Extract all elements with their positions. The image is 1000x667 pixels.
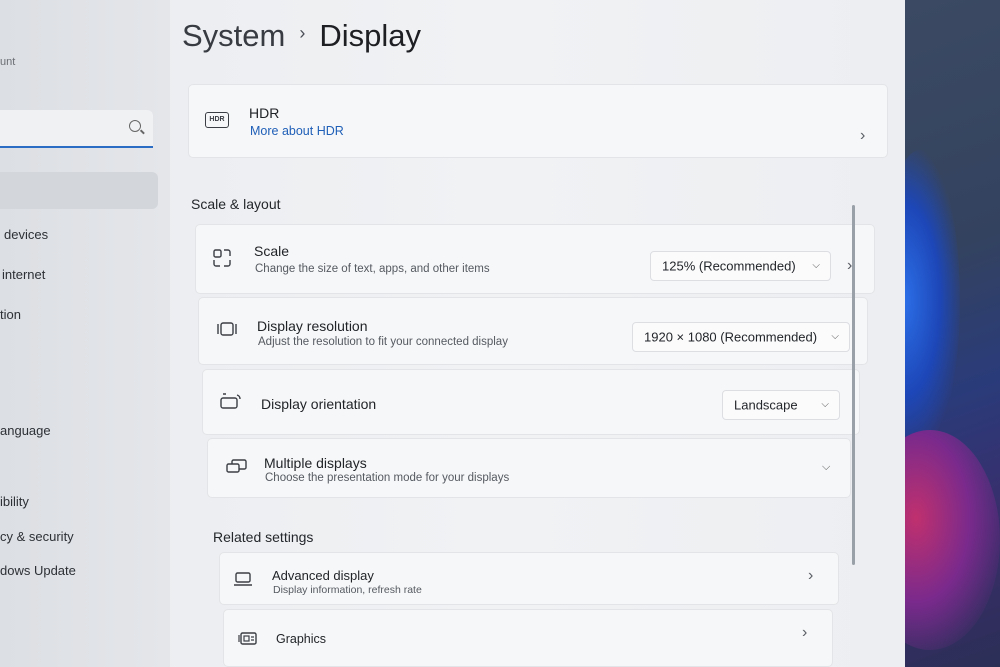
advanced-display-subtitle: Display information, refresh rate [273, 584, 422, 596]
display-resolution-title: Display resolution [257, 318, 368, 334]
scale-icon [213, 249, 231, 267]
scrollbar-thumb[interactable] [852, 205, 855, 565]
sidebar-item-bluetooth-devices[interactable]: devices [4, 227, 48, 242]
sidebar-account-label: unt [0, 56, 16, 68]
advanced-display-icon [234, 572, 252, 586]
orientation-icon [220, 393, 241, 409]
breadcrumb-system[interactable]: System [182, 18, 285, 53]
sidebar-item-network-internet[interactable]: internet [2, 267, 45, 282]
resolution-icon [217, 322, 237, 336]
section-title-related-settings: Related settings [213, 529, 314, 545]
advanced-display-title: Advanced display [272, 568, 374, 583]
display-resolution-subtitle: Adjust the resolution to fit your connec… [258, 336, 508, 348]
scale-subtitle: Change the size of text, apps, and other… [255, 263, 490, 275]
multiple-displays-icon [226, 459, 247, 473]
graphics-chevron-right-icon: › [802, 624, 808, 641]
sidebar-item-personalization[interactable]: tion [0, 307, 21, 322]
sidebar-item-system[interactable] [0, 172, 158, 209]
sidebar-item-privacy-security[interactable]: cy & security [0, 529, 74, 544]
sidebar-item-windows-update[interactable]: dows Update [0, 563, 76, 578]
display-orientation-title: Display orientation [261, 396, 377, 412]
hdr-title: HDR [249, 105, 280, 121]
breadcrumb: System › Display [182, 18, 421, 54]
page-title: Display [319, 18, 422, 53]
display-resolution-dropdown[interactable]: 1920 × 1080 (Recommended) ⌵ [632, 322, 850, 352]
chevron-down-icon: ⌵ [821, 398, 829, 410]
multiple-displays-subtitle: Choose the presentation mode for your di… [265, 472, 510, 484]
chevron-down-icon: ⌵ [812, 259, 820, 271]
scale-dropdown-value: 125% (Recommended) [662, 258, 796, 274]
graphics-title: Graphics [276, 632, 327, 646]
sidebar: unt devices internet tion anguage ibilit… [0, 0, 170, 667]
hdr-icon: HDR [205, 112, 229, 128]
hdr-chevron-right-icon: › [860, 127, 866, 144]
breadcrumb-chevron-icon: › [299, 23, 306, 44]
sidebar-item-time-language[interactable]: anguage [0, 423, 51, 438]
multiple-displays-expand-icon[interactable]: ⌵ [822, 461, 830, 474]
display-orientation-value: Landscape [734, 397, 798, 413]
display-resolution-value: 1920 × 1080 (Recommended) [644, 329, 818, 345]
scale-dropdown[interactable]: 125% (Recommended) ⌵ [650, 251, 831, 281]
chevron-down-icon: ⌵ [831, 330, 839, 342]
search-icon[interactable] [129, 120, 141, 132]
search-input[interactable] [0, 110, 153, 148]
scale-title: Scale [254, 243, 290, 259]
more-about-hdr-link[interactable]: More about HDR [250, 124, 344, 138]
advanced-display-chevron-right-icon: › [808, 567, 814, 584]
multiple-displays-title: Multiple displays [264, 455, 367, 471]
settings-window: unt devices internet tion anguage ibilit… [0, 0, 905, 667]
section-title-scale-layout: Scale & layout [191, 196, 281, 212]
sidebar-item-accessibility[interactable]: ibility [0, 494, 29, 509]
display-orientation-dropdown[interactable]: Landscape ⌵ [722, 390, 840, 420]
hdr-card[interactable] [188, 84, 888, 158]
graphics-icon [238, 632, 257, 645]
